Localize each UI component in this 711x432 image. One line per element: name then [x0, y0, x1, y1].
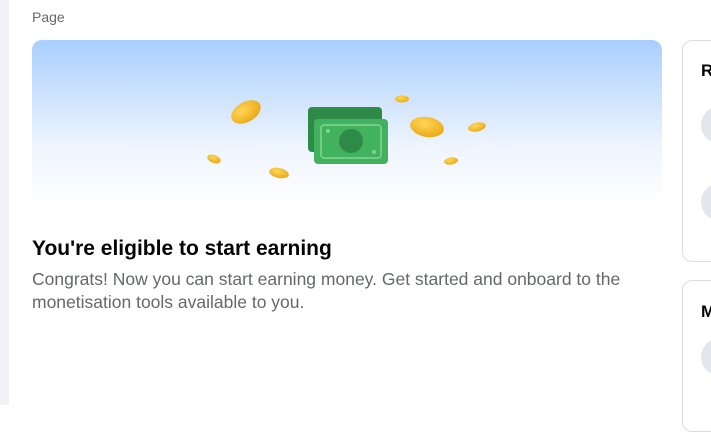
side-card: R: [682, 40, 711, 262]
avatar[interactable]: [701, 106, 711, 144]
coin-icon: [410, 116, 444, 138]
side-card-title: M: [701, 302, 711, 321]
earning-eligibility-description: Congrats! Now you can start earning mone…: [32, 269, 621, 312]
breadcrumb[interactable]: Page: [32, 9, 65, 25]
coin-icon: [444, 157, 458, 165]
earning-eligibility-title: You're eligible to start earning: [32, 237, 332, 260]
cash-bill-icon: [308, 107, 388, 164]
avatar[interactable]: [701, 338, 711, 376]
side-card-title: R: [701, 61, 711, 80]
side-card: M: [682, 280, 711, 432]
coin-icon: [207, 154, 221, 164]
left-rail: [0, 0, 9, 405]
coin-icon: [395, 95, 409, 103]
hero-banner: [32, 40, 662, 205]
coin-icon: [231, 100, 261, 124]
coin-icon: [269, 167, 289, 179]
coin-icon: [468, 122, 486, 132]
avatar[interactable]: [701, 183, 711, 221]
money-illustration: [207, 95, 486, 179]
